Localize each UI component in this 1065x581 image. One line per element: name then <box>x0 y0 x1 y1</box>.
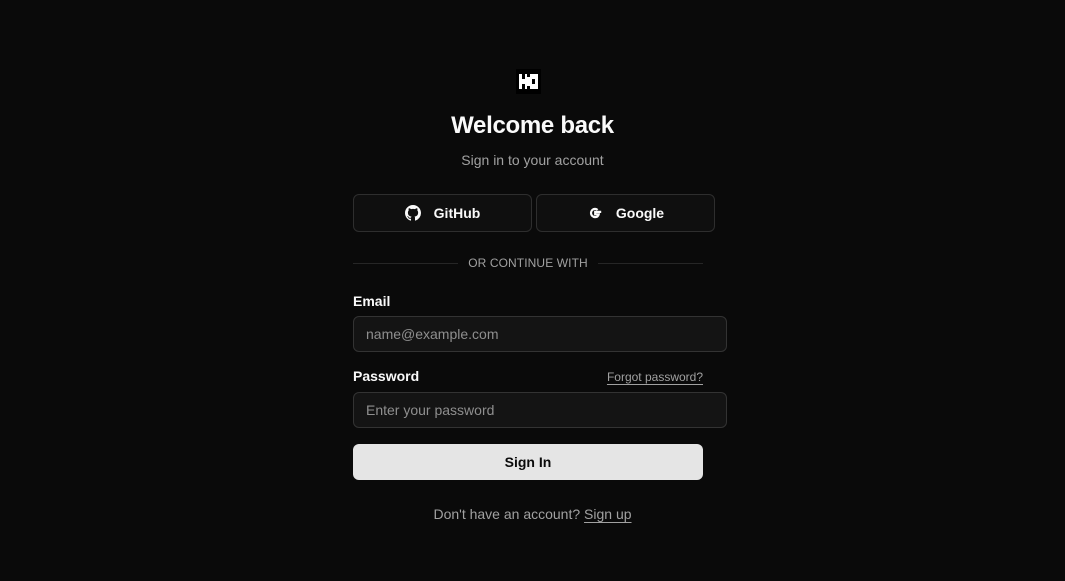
page-subtitle: Sign in to your account <box>461 152 604 168</box>
password-label: Password <box>353 368 420 384</box>
divider-line-left <box>353 262 459 264</box>
login-page: Welcome back Sign in to your account Git… <box>0 0 1065 581</box>
brand-logo-icon <box>516 69 541 94</box>
google-icon <box>587 205 603 221</box>
signup-prompt-text: Don't have an account? <box>433 506 581 522</box>
email-label: Email <box>353 293 391 309</box>
google-signin-button[interactable]: Google <box>536 194 715 232</box>
password-field[interactable] <box>353 392 727 428</box>
email-field[interactable] <box>353 316 727 352</box>
sign-up-link[interactable]: Sign up <box>584 506 631 522</box>
google-button-label: Google <box>615 205 665 221</box>
github-signin-button[interactable]: GitHub <box>353 194 532 232</box>
signup-prompt: Don't have an account? Sign up <box>0 506 1065 522</box>
divider-text: OR CONTINUE WITH <box>468 256 588 270</box>
or-divider: OR CONTINUE WITH <box>353 254 703 272</box>
sign-in-button[interactable]: Sign In <box>353 444 703 480</box>
forgot-password-link[interactable]: Forgot password? <box>607 370 703 384</box>
github-icon <box>404 205 421 221</box>
divider-line-right <box>597 262 703 264</box>
github-button-label: GitHub <box>433 205 481 221</box>
page-title: Welcome back <box>451 112 614 139</box>
